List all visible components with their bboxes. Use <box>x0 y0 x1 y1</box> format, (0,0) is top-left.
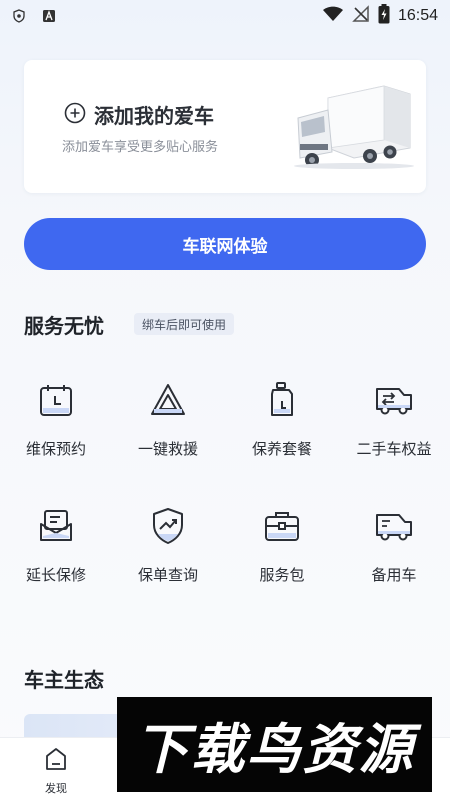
van-transfer-icon <box>374 380 414 420</box>
home-icon <box>44 746 68 776</box>
add-car-subtitle: 添加爱车享受更多贴心服务 <box>62 140 219 155</box>
status-bar: 16:54 <box>0 0 450 32</box>
service-label: 服务包 <box>259 566 305 584</box>
tab-label: 发现 <box>45 782 67 795</box>
service-label: 一键救援 <box>137 440 198 458</box>
briefcase-icon <box>262 506 302 546</box>
services-title: 服务无忧 <box>24 314 104 338</box>
service-policy-query[interactable]: 保单查询 <box>112 506 224 585</box>
service-used-car-rights[interactable]: 二手车权益 <box>338 380 450 459</box>
service-label: 保养套餐 <box>251 440 312 458</box>
service-label: 延长保修 <box>25 566 86 584</box>
service-spare-car[interactable]: 备用车 <box>338 506 450 585</box>
add-car-card[interactable]: 添加我的爱车 添加爱车享受更多贴心服务 <box>24 60 426 193</box>
ecosystem-title: 车主生态 <box>24 668 104 692</box>
van-icon <box>374 506 414 546</box>
wifi-icon <box>322 6 344 26</box>
warning-triangle-icon <box>148 380 188 420</box>
watermark-overlay: 下载鸟资源 <box>117 697 432 792</box>
bind-hint-badge: 绑车后即可使用 <box>134 313 235 335</box>
service-package[interactable]: 服务包 <box>226 506 338 585</box>
service-label: 保单查询 <box>137 566 198 584</box>
service-extended-warranty[interactable]: 延长保修 <box>0 506 112 585</box>
tab-discover[interactable]: 发现 <box>30 746 82 796</box>
shield-icon <box>12 9 26 23</box>
service-label: 二手车权益 <box>356 440 432 458</box>
service-label: 维保预约 <box>25 440 86 458</box>
truck-illustration <box>286 82 416 170</box>
service-maintenance-booking[interactable]: 维保预约 <box>0 380 112 459</box>
oil-bottle-icon <box>262 380 302 420</box>
watermark-text: 下载鸟资源 <box>134 718 415 781</box>
a-badge-icon <box>42 9 56 23</box>
no-signal-icon <box>352 5 370 27</box>
service-maintenance-package[interactable]: 保养套餐 <box>226 380 338 459</box>
add-car-title: 添加我的爱车 <box>94 104 214 128</box>
status-time: 16:54 <box>397 7 438 24</box>
iov-experience-button[interactable]: 车联网体验 <box>24 218 426 270</box>
envelope-doc-icon <box>36 506 76 546</box>
service-rescue[interactable]: 一键救援 <box>112 380 224 459</box>
add-car-row[interactable]: 添加我的爱车 <box>64 100 214 129</box>
calendar-clock-icon <box>36 380 76 420</box>
battery-charging-icon <box>378 4 390 28</box>
shield-trend-icon <box>148 506 188 546</box>
service-label: 备用车 <box>371 566 417 584</box>
add-circle-icon <box>64 102 86 128</box>
